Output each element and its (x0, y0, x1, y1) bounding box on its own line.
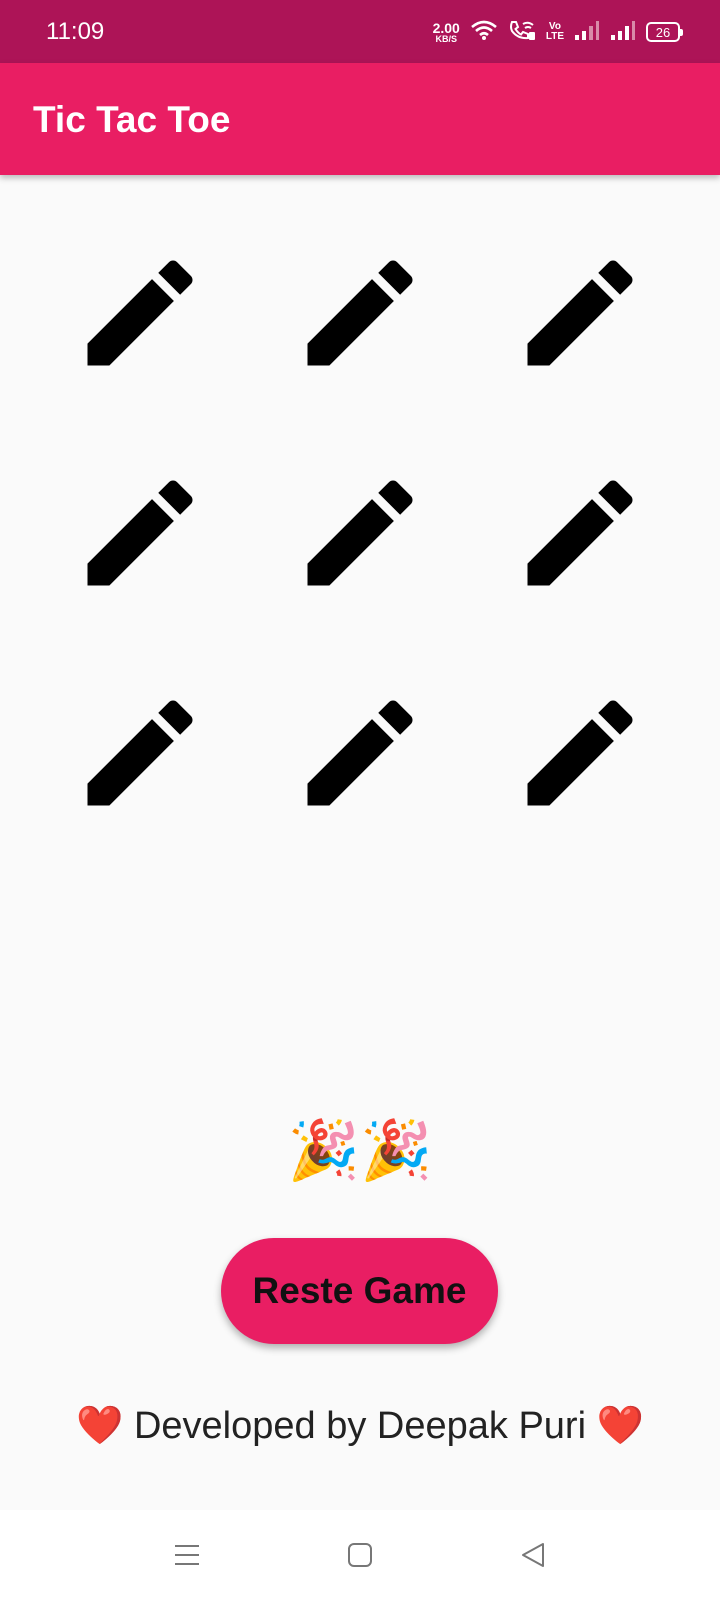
pencil-icon (510, 463, 650, 608)
board-cell-5[interactable] (250, 425, 470, 645)
pencil-icon (290, 683, 430, 828)
network-speed-unit: KB/S (435, 33, 457, 44)
battery-icon: 26 (646, 22, 683, 42)
pencil-icon (70, 243, 210, 388)
result-message: 🎉🎉 (287, 1118, 433, 1183)
app-title: Tic Tac Toe (33, 99, 231, 140)
board-cell-8[interactable] (250, 645, 470, 865)
board-cell-1[interactable] (30, 205, 250, 425)
board-cell-7[interactable] (30, 645, 250, 865)
volte-icon: Vo LTE (546, 22, 564, 42)
pencil-icon (70, 683, 210, 828)
signal-sim1-icon (574, 19, 600, 46)
pencil-icon (290, 243, 430, 388)
navigation-bar (0, 1510, 720, 1600)
home-icon[interactable] (345, 1540, 375, 1570)
board-cell-2[interactable] (250, 205, 470, 425)
board-cell-6[interactable] (470, 425, 690, 645)
battery-level: 26 (655, 24, 671, 40)
pencil-icon (70, 463, 210, 608)
pencil-icon (510, 683, 650, 828)
pencil-icon (290, 463, 430, 608)
status-time: 11:09 (46, 18, 105, 45)
developer-credit: ❤️ Developed by Deepak Puri ❤️ (76, 1405, 644, 1447)
wifi-calling-icon (508, 19, 536, 46)
wifi-icon (470, 19, 498, 46)
board-cell-9[interactable] (470, 645, 690, 865)
board-cell-4[interactable] (30, 425, 250, 645)
network-speed-value: 2.00 (432, 19, 460, 36)
status-icons: 2.00 KB/S Vo LTE 26 (433, 17, 683, 47)
board-cell-3[interactable] (470, 205, 690, 425)
reset-game-button[interactable]: Reste Game (221, 1238, 498, 1344)
back-icon[interactable] (518, 1540, 548, 1570)
volte-bottom-label: LTE (545, 31, 564, 42)
game-board (30, 205, 690, 865)
status-bar: 11:09 2.00 KB/S Vo LTE 26 (0, 0, 720, 63)
menu-icon[interactable] (172, 1540, 202, 1570)
app-bar: Tic Tac Toe (0, 63, 720, 175)
network-speed: 2.00 KB/S (433, 21, 460, 44)
pencil-icon (510, 243, 650, 388)
signal-sim2-icon (610, 19, 636, 46)
